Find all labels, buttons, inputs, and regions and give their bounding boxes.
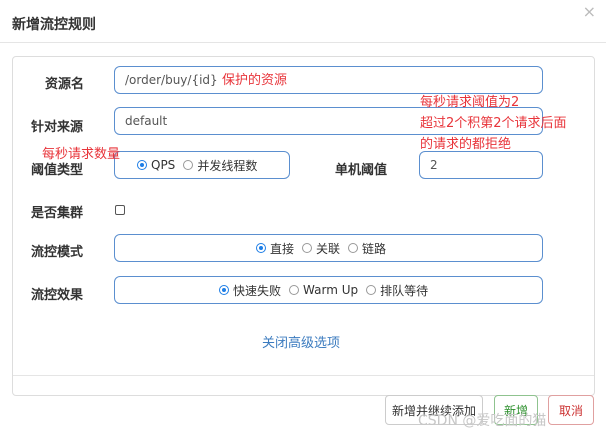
annotation-threshold-line2: 超过2个积第2个请求后面	[420, 116, 567, 131]
annotation-threshold-line3: 的请求的都拒绝	[420, 137, 512, 152]
strategy-option-label: 关联	[316, 241, 341, 256]
dialog-title: 新增流控规则	[12, 17, 96, 33]
close-icon[interactable]: ×	[583, 2, 596, 21]
radio-unselected-icon	[289, 285, 300, 295]
radio-unselected-icon	[302, 243, 313, 253]
limit-app-value: default	[125, 114, 168, 128]
grade-radio-group: QPS 并发线程数	[114, 151, 290, 179]
annotation-qps: 每秒请求数量	[42, 147, 121, 162]
strategy-radio-group: 直接 关联 链路	[114, 234, 543, 262]
annotation-resource: 保护的资源	[222, 73, 288, 88]
cluster-label: 是否集群	[31, 206, 84, 221]
strategy-option-relate[interactable]: 关联	[302, 240, 340, 257]
strategy-option-label: 链路	[362, 241, 387, 256]
strategy-label: 流控模式	[31, 245, 84, 260]
strategy-option-direct[interactable]: 直接	[256, 240, 294, 257]
effect-option-queue[interactable]: 排队等待	[366, 282, 428, 299]
radio-selected-icon	[256, 243, 266, 253]
strategy-option-chain[interactable]: 链路	[348, 240, 386, 257]
threshold-input[interactable]: 2	[419, 151, 543, 179]
effect-label: 流控效果	[31, 288, 84, 303]
flow-rule-dialog: 新增流控规则 × 资源名 /order/buy/{id} 针对来源 defaul…	[0, 0, 606, 441]
cluster-checkbox[interactable]	[115, 205, 125, 215]
grade-option-label: 并发线程数	[197, 158, 258, 173]
radio-unselected-icon	[348, 243, 359, 253]
radio-selected-icon	[219, 285, 229, 295]
threshold-value: 2	[430, 158, 438, 172]
limit-app-label: 针对来源	[31, 120, 84, 135]
watermark: CSDN @爱吃面的猫	[418, 413, 547, 429]
toggle-advanced-link[interactable]: 关闭高级选项	[262, 332, 340, 351]
cancel-button[interactable]: 取消	[548, 395, 594, 425]
strategy-option-label: 直接	[270, 241, 295, 256]
grade-option-label: QPS	[151, 158, 176, 172]
annotation-threshold-line1: 每秒请求阈值为2	[420, 95, 520, 110]
grade-option-qps[interactable]: QPS	[137, 158, 175, 172]
radio-selected-icon	[137, 160, 147, 170]
effect-option-fail-fast[interactable]: 快速失败	[219, 282, 281, 299]
effect-option-label: Warm Up	[303, 283, 359, 297]
header-divider	[0, 42, 606, 43]
effect-option-label: 排队等待	[380, 283, 429, 298]
resource-label: 资源名	[45, 77, 85, 92]
threshold-label: 单机阈值	[335, 163, 388, 178]
radio-unselected-icon	[366, 285, 377, 295]
effect-option-warm-up[interactable]: Warm Up	[289, 283, 358, 297]
resource-input[interactable]: /order/buy/{id}	[114, 66, 543, 94]
resource-value: /order/buy/{id}	[125, 73, 218, 87]
radio-unselected-icon	[183, 160, 194, 170]
effect-radio-group: 快速失败 Warm Up 排队等待	[114, 276, 543, 304]
grade-option-thread[interactable]: 并发线程数	[183, 157, 257, 174]
footer-divider	[13, 375, 594, 376]
effect-option-label: 快速失败	[233, 283, 282, 298]
